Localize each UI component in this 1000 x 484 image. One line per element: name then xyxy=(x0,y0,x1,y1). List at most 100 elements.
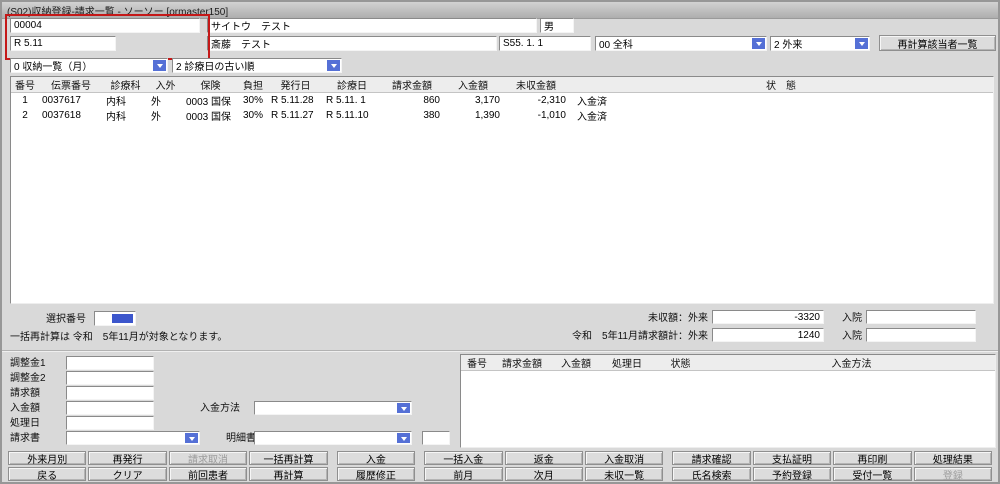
app-window: (S02)収納登録-請求一覧 - ソーソー [ormaster150] 0000… xyxy=(0,0,1000,484)
billing-cancel-button: 請求取消 xyxy=(169,451,247,465)
clear-button[interactable]: クリア xyxy=(88,467,166,481)
process-col-header: 処理日 xyxy=(601,355,653,371)
process-col-header: 入金額 xyxy=(551,355,601,371)
birth-date-field: S55. 1. 1 xyxy=(499,36,591,51)
invoice-cell: 30% xyxy=(238,93,268,109)
deposit-amount-label: 入金額 xyxy=(10,403,40,415)
invoice-table: 番号 伝票番号 診療科 入外 保険 負担 発行日 診療日 請求金額 入金額 未収… xyxy=(10,76,994,304)
next-month-button[interactable]: 次月 xyxy=(505,467,583,481)
invoice-cell: 860 xyxy=(381,93,443,109)
recalc-button[interactable]: 再計算 xyxy=(249,467,327,481)
adjustment1-label: 調整金1 xyxy=(10,358,46,370)
invoice-row[interactable]: 1 0037617 内科 外 0003 国保 30% R 5.11.28 R 5… xyxy=(11,93,993,109)
unpaid-inpatient-label: 入院 xyxy=(842,313,862,325)
adjustment2-field[interactable] xyxy=(66,371,154,385)
process-col-header: 番号 xyxy=(461,355,493,371)
payment-method-select[interactable] xyxy=(254,401,412,415)
unpaid-list-button[interactable]: 未収一覧 xyxy=(585,467,663,481)
unpaid-inpatient-field xyxy=(866,310,976,324)
process-date-field[interactable] xyxy=(66,416,154,430)
invoice-col-header: 未収金額 xyxy=(503,77,569,93)
chevron-down-icon[interactable] xyxy=(397,403,410,413)
billing-confirm-button[interactable]: 請求確認 xyxy=(672,451,750,465)
statement-print-label: 明細書 xyxy=(226,433,256,445)
invoice-cell: 0037617 xyxy=(39,93,103,109)
invoice-cell: -2,310 xyxy=(503,93,569,109)
back-button[interactable]: 戻る xyxy=(8,467,86,481)
reception-list-button[interactable]: 受付一覧 xyxy=(833,467,911,481)
batch-deposit-button[interactable]: 一括入金 xyxy=(424,451,502,465)
prev-month-button[interactable]: 前月 xyxy=(424,467,502,481)
payment-proof-button[interactable]: 支払証明 xyxy=(753,451,831,465)
invoice-cell: 外 xyxy=(148,108,183,123)
refund-button[interactable]: 返金 xyxy=(505,451,583,465)
deposit-cancel-button[interactable]: 入金取消 xyxy=(585,451,663,465)
billed-amount-label: 請求額 xyxy=(10,388,40,400)
section-divider xyxy=(2,350,998,352)
invoice-cell: R 5.11.27 xyxy=(268,108,323,123)
name-search-button[interactable]: 氏名検索 xyxy=(672,467,750,481)
invoice-cell: 2 xyxy=(11,108,39,123)
chevron-down-icon[interactable] xyxy=(153,60,166,71)
chevron-down-icon[interactable] xyxy=(185,433,198,443)
kana-name-field: サイトウ テスト xyxy=(207,18,537,33)
chevron-down-icon[interactable] xyxy=(397,433,410,443)
invoice-cell: 入金済 xyxy=(569,93,993,109)
billed-inpatient-label: 入院 xyxy=(842,331,862,343)
invoice-cell: 3,170 xyxy=(443,93,503,109)
statement-copies-field[interactable] xyxy=(422,431,450,445)
invoice-col-header: 入金額 xyxy=(443,77,503,93)
invoice-print-label: 請求書 xyxy=(10,433,40,445)
invoice-cell: R 5.11. 1 xyxy=(323,93,381,109)
selection-number-label: 選択番号 xyxy=(46,314,86,326)
billed-outpatient-label: 令和 5年11月請求額計：外来 xyxy=(538,331,708,343)
outpatient-monthly-button[interactable]: 外来月別 xyxy=(8,451,86,465)
invoice-col-header: 負担 xyxy=(238,77,268,93)
process-date-label: 処理日 xyxy=(10,418,40,430)
chevron-down-icon[interactable] xyxy=(327,60,340,71)
invoice-col-header: 診療科 xyxy=(103,77,148,93)
invoice-col-header: 状 態 xyxy=(569,77,993,93)
adjustment1-field[interactable] xyxy=(66,356,154,370)
chevron-down-icon[interactable] xyxy=(855,38,868,49)
department-select[interactable]: 00 全科 xyxy=(595,36,767,51)
invoice-col-header: 保険 xyxy=(183,77,238,93)
process-table: 番号 請求金額 入金額 処理日 状態 入金方法 xyxy=(460,354,996,448)
unpaid-outpatient-label: 未収額：外来 xyxy=(600,313,708,325)
invoice-row[interactable]: 2 0037618 内科 外 0003 国保 30% R 5.11.27 R 5… xyxy=(11,108,993,123)
invoice-cell: 0037618 xyxy=(39,108,103,123)
deposit-amount-field[interactable] xyxy=(66,401,154,415)
sort-order-select[interactable]: 2 診療日の古い順 xyxy=(172,58,342,73)
statement-print-select[interactable] xyxy=(254,431,412,445)
invoice-print-select[interactable] xyxy=(66,431,200,445)
invoice-cell: 0003 国保 xyxy=(183,93,238,109)
list-mode-select[interactable]: 0 収納一覧（月） xyxy=(10,58,168,73)
invoice-cell: R 5.11.28 xyxy=(268,93,323,109)
selection-number-input[interactable] xyxy=(94,311,136,326)
gender-field: 男 xyxy=(540,18,574,33)
visit-type-select[interactable]: 2 外来 xyxy=(770,36,870,51)
history-edit-button[interactable]: 履歴修正 xyxy=(337,467,415,481)
invoice-col-header: 診療日 xyxy=(323,77,381,93)
process-col-header: 請求金額 xyxy=(493,355,551,371)
deposit-button[interactable]: 入金 xyxy=(337,451,415,465)
previous-patient-button[interactable]: 前回患者 xyxy=(169,467,247,481)
recalc-target-list-button[interactable]: 再計算該当者一覧 xyxy=(879,35,996,51)
invoice-cell: 1 xyxy=(11,93,39,109)
chevron-down-icon[interactable] xyxy=(752,38,765,49)
invoice-cell: -1,010 xyxy=(503,108,569,123)
reissue-button[interactable]: 再発行 xyxy=(88,451,166,465)
reservation-register-button[interactable]: 予約登録 xyxy=(753,467,831,481)
invoice-cell: 1,390 xyxy=(443,108,503,123)
process-header-row: 番号 請求金額 入金額 処理日 状態 入金方法 xyxy=(461,355,995,371)
batch-recalc-button[interactable]: 一括再計算 xyxy=(249,451,327,465)
process-result-button[interactable]: 処理結果 xyxy=(914,451,992,465)
batch-recalc-note: 一括再計算は 令和 5年11月が対象となります。 xyxy=(10,332,227,344)
invoice-cell: 内科 xyxy=(103,93,148,109)
reprint-button[interactable]: 再印刷 xyxy=(833,451,911,465)
register-button: 登録 xyxy=(914,467,992,481)
invoice-cell: 380 xyxy=(381,108,443,123)
kanji-name-field: 斎藤 テスト xyxy=(207,36,497,51)
highlight-annotation xyxy=(5,14,210,60)
billed-amount-field[interactable] xyxy=(66,386,154,400)
